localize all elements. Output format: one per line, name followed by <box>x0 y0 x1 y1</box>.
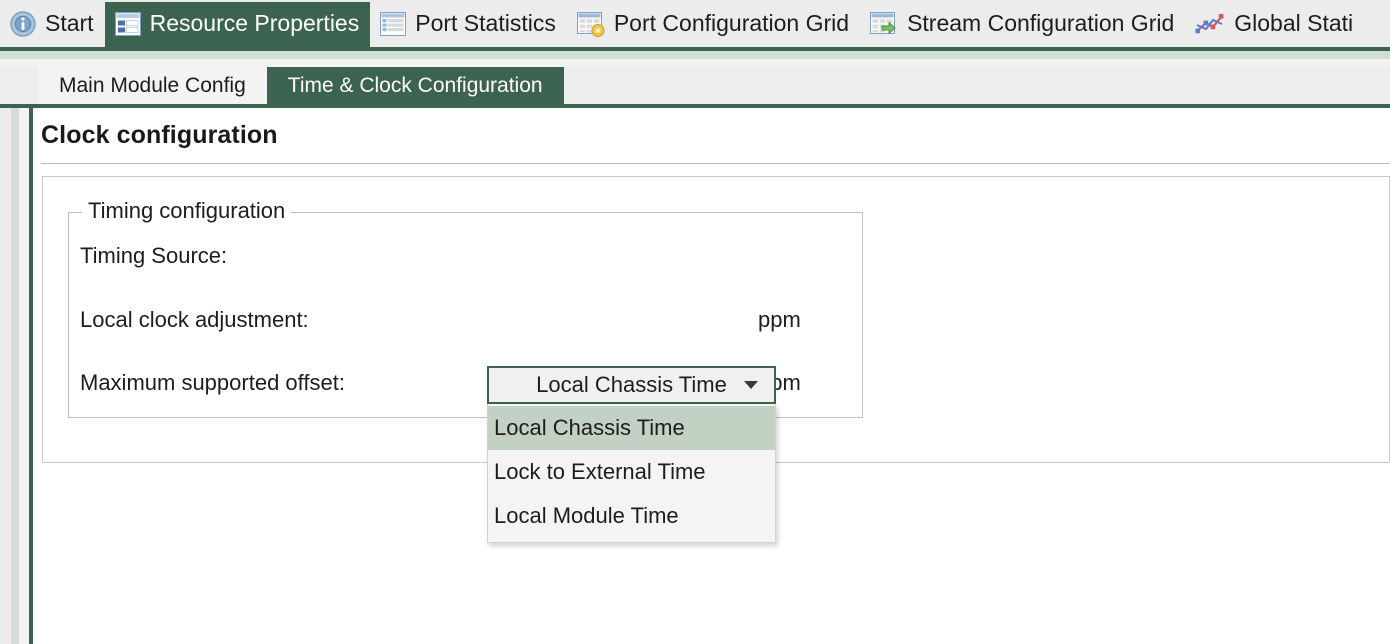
tab-port-configuration-grid[interactable]: Port Configuration Grid <box>567 0 860 47</box>
dropdown-option-local-module-time[interactable]: Local Module Time <box>488 494 775 538</box>
tab-port-configuration-grid-label: Port Configuration Grid <box>613 10 850 36</box>
tab-stream-configuration-grid-label: Stream Configuration Grid <box>907 10 1175 36</box>
subtab-main-module-config[interactable]: Main Module Config <box>38 67 267 104</box>
dropdown-option-local-chassis-time[interactable]: Local Chassis Time <box>488 406 775 450</box>
scatter-chart-icon <box>1195 12 1225 36</box>
subtab-time-clock-configuration-label: Time & Clock Configuration <box>287 73 543 97</box>
chevron-down-icon[interactable] <box>744 381 758 389</box>
timing-source-label: Timing Source: <box>80 243 228 268</box>
tab-resource-properties[interactable]: Resource Properties <box>104 0 371 47</box>
sub-tab-bar: Main Module Config Time & Clock Configur… <box>0 67 1390 104</box>
info-circle-icon <box>10 10 36 37</box>
local-clock-adjustment-unit: ppm <box>758 307 801 332</box>
page-title: Clock configuration <box>41 121 278 149</box>
dropdown-option-lock-to-external-time[interactable]: Lock to External Time <box>488 450 775 494</box>
tab-port-statistics[interactable]: Port Statistics <box>370 0 567 47</box>
timing-configuration-legend: Timing configuration <box>82 198 292 224</box>
tab-stream-configuration-grid[interactable]: Stream Configuration Grid <box>860 0 1185 47</box>
content-pane: Clock configuration Timing configuration… <box>33 108 1390 644</box>
tab-port-statistics-label: Port Statistics <box>415 10 556 36</box>
list-grid-icon <box>380 11 407 36</box>
timing-source-combobox[interactable]: Local Chassis Time Local Chassis Time Lo… <box>487 366 776 543</box>
dropdown-option-label: Local Chassis Time <box>494 415 685 440</box>
tabbar-pale-band <box>0 59 1390 67</box>
grid-arrow-icon <box>870 11 898 37</box>
timing-source-combobox-button[interactable]: Local Chassis Time <box>487 366 776 404</box>
timing-source-dropdown-list: Local Chassis Time Lock to External Time… <box>487 404 776 543</box>
tab-start[interactable]: Start <box>0 0 105 47</box>
tab-global-statistics-label: Global Stati <box>1234 10 1354 36</box>
grid-settings-icon <box>576 11 605 37</box>
tabbar-sage-band <box>0 51 1390 59</box>
dropdown-option-label: Lock to External Time <box>494 459 706 484</box>
tab-global-statistics[interactable]: Global Stati <box>1185 0 1364 47</box>
properties-grid-icon <box>114 11 141 36</box>
maximum-supported-offset-label: Maximum supported offset: <box>80 370 345 395</box>
local-clock-adjustment-label: Local clock adjustment: <box>80 307 309 332</box>
subtab-time-clock-configuration[interactable]: Time & Clock Configuration <box>266 67 564 104</box>
gutter-pale <box>19 108 29 644</box>
main-tab-bar: Start Resource Properties Port Statistic… <box>0 0 1390 47</box>
tab-start-label: Start <box>45 10 94 36</box>
gutter-outer <box>0 108 11 644</box>
application-window: Start Resource Properties Port Statistic… <box>0 0 1390 644</box>
dropdown-option-label: Local Module Time <box>494 503 679 528</box>
page-title-divider <box>41 163 1390 164</box>
subtab-main-module-config-label: Main Module Config <box>59 73 246 97</box>
gutter-sage <box>11 108 19 644</box>
tab-resource-properties-label: Resource Properties <box>149 10 360 36</box>
timing-source-combobox-value: Local Chassis Time <box>536 372 727 397</box>
